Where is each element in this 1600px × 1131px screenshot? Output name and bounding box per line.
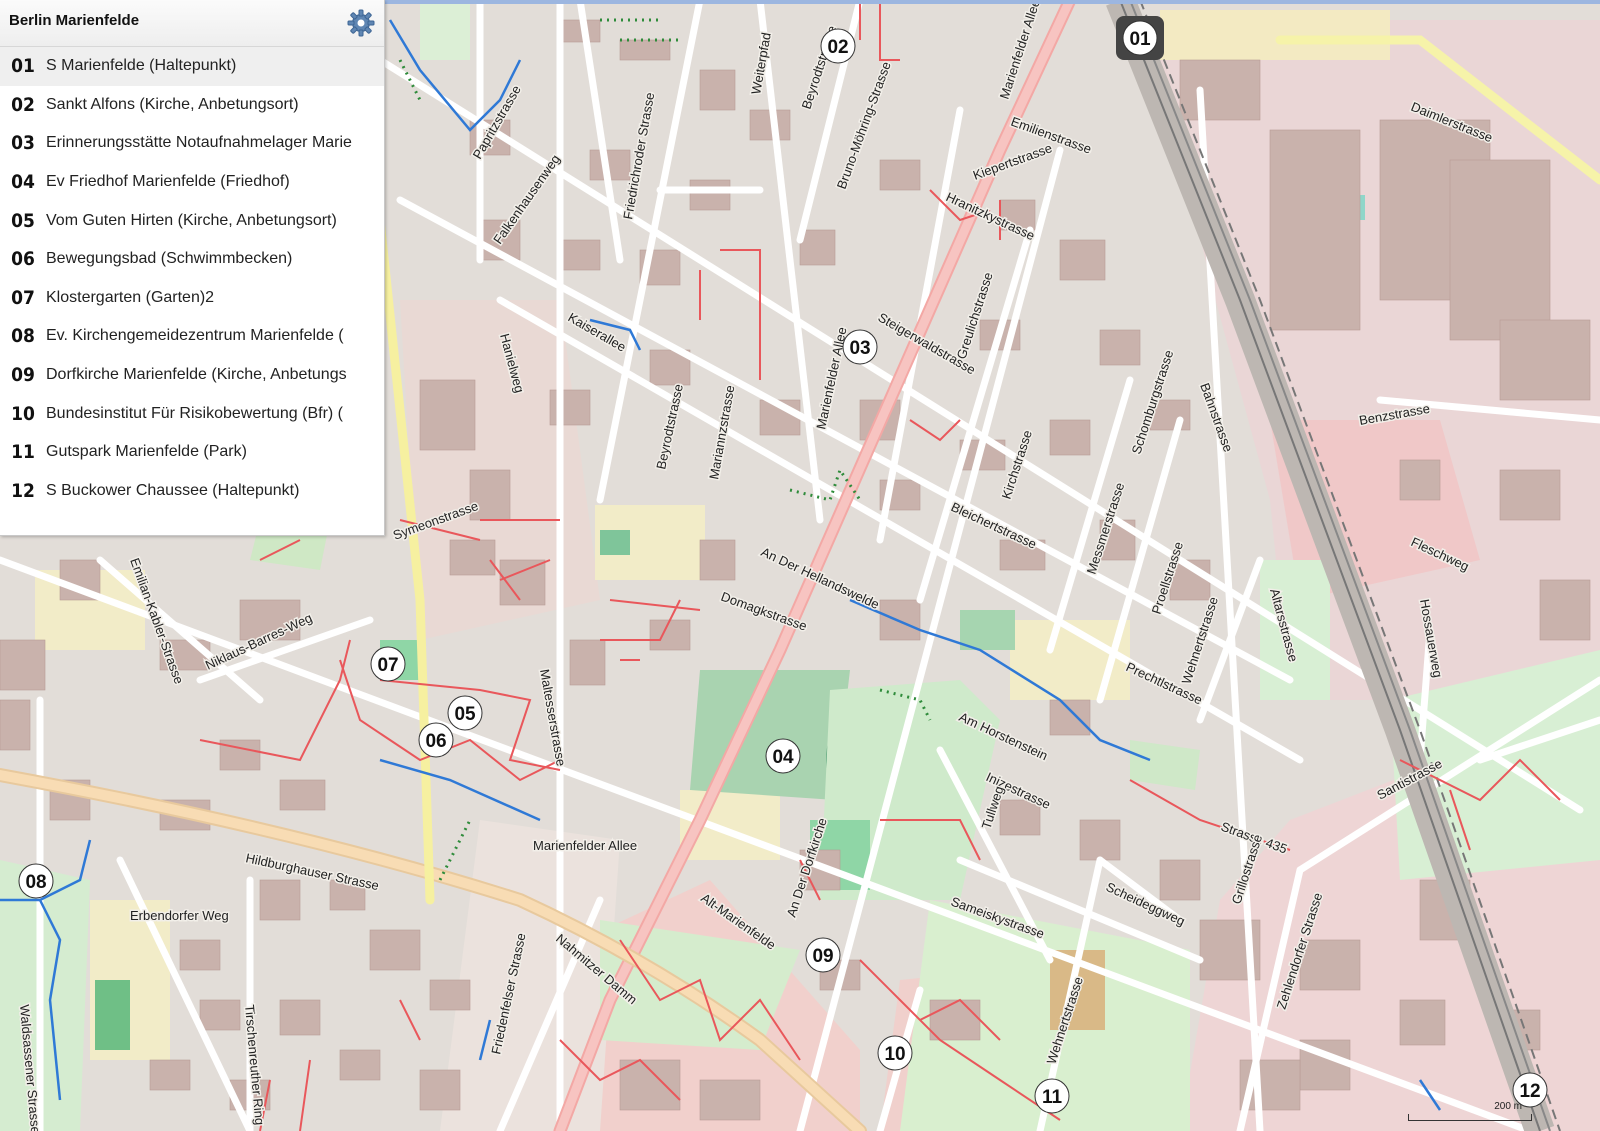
marker-label: 01 [1129,29,1151,50]
poi-label: Erinnerungsstätte Notaufnahmelager Marie [46,134,352,152]
poi-list-item[interactable]: 01 S Marienfelde (Haltepunkt) [0,47,384,86]
poi-label: Sankt Alfons (Kirche, Anbetungsort) [46,95,299,113]
poi-list-item[interactable]: 07 Klostergarten (Garten)2 [0,279,384,318]
poi-list-item[interactable]: 08 Ev. Kirchengemeidezentrum Marienfelde … [0,317,384,356]
poi-list-panel: Berlin Marienfelde 01 S Marienfelde (Halt [0,0,385,536]
map-marker-03[interactable]: 03 [842,329,878,365]
poi-label: Ev. Kirchengemeidezentrum Marienfelde ( [46,327,344,345]
map-marker-01[interactable]: 01 [1116,16,1164,60]
poi-number: 08 [11,325,35,348]
poi-number: 07 [11,286,35,309]
panel-title: Berlin Marienfelde [9,12,140,29]
poi-list-item[interactable]: 06 Bewegungsbad (Schwimmbecken) [0,240,384,279]
poi-list-item[interactable]: 03 Erinnerungsstätte Notaufnahmelager Mar… [0,124,384,163]
marker-label: 10 [884,1044,905,1065]
poi-list-item[interactable]: 11 Gutspark Marienfelde (Park) [0,433,384,472]
map-marker-05[interactable]: 05 [447,695,483,731]
poi-label: Ev Friedhof Marienfelde (Friedhof) [46,173,290,191]
poi-number: 11 [11,441,35,464]
marker-label: 03 [849,338,870,359]
poi-number: 04 [11,171,35,194]
settings-button[interactable] [346,8,376,38]
poi-list-item[interactable]: 05 Vom Guten Hirten (Kirche, Anbetungsort… [0,201,384,240]
map-marker-07[interactable]: 07 [370,646,406,682]
poi-number: 12 [11,479,35,502]
map-marker-02[interactable]: 02 [820,28,856,64]
poi-number: 09 [11,364,35,387]
marker-label: 02 [827,37,848,58]
poi-list-item[interactable]: 04 Ev Friedhof Marienfelde (Friedhof) [0,163,384,202]
poi-label: Gutspark Marienfelde (Park) [46,443,247,461]
poi-list-item[interactable]: 10 Bundesinstitut Für Risikobewertung (Bf… [0,394,384,433]
marker-label: 07 [377,655,398,676]
poi-label: Dorfkirche Marienfelde (Kirche, Anbetung… [46,366,347,384]
map-marker-09[interactable]: 09 [805,937,841,973]
map-marker-11[interactable]: 11 [1034,1078,1070,1114]
map-marker-04[interactable]: 04 [765,738,801,774]
marker-label: 06 [425,731,446,752]
map-marker-10[interactable]: 10 [877,1035,913,1071]
street-label: Marienfelder Allee [533,838,637,853]
poi-number: 06 [11,248,35,271]
gear-icon [347,9,375,37]
poi-number: 01 [11,55,35,78]
poi-number: 02 [11,93,35,116]
marker-label: 04 [772,747,794,768]
map-marker-06[interactable]: 06 [418,722,454,758]
scale-label: 200 m [1494,1101,1522,1112]
marker-label: 11 [1042,1087,1063,1108]
poi-number: 05 [11,209,35,232]
poi-list: 01 S Marienfelde (Haltepunkt) 02 Sankt Alf… [0,47,384,510]
poi-label: Bewegungsbad (Schwimmbecken) [46,250,293,268]
panel-header: Berlin Marienfelde [0,0,384,47]
poi-label: Klostergarten (Garten)2 [46,288,215,306]
map-marker-08[interactable]: 08 [18,863,54,899]
marker-label: 09 [812,946,833,967]
marker-label: 12 [1519,1081,1540,1102]
scale-bar: 200 m [1408,1101,1548,1125]
poi-number: 03 [11,132,35,155]
scale-line [1408,1114,1532,1121]
poi-list-item[interactable]: 02 Sankt Alfons (Kirche, Anbetungsort) [0,86,384,125]
poi-label: Bundesinstitut Für Risikobewertung (Bfr)… [46,404,343,422]
marker-label: 08 [25,872,46,893]
marker-label: 05 [454,704,476,725]
poi-label: Vom Guten Hirten (Kirche, Anbetungsort) [46,211,337,229]
poi-list-item[interactable]: 12 S Buckower Chaussee (Haltepunkt) [0,472,384,511]
street-label: Erbendorfer Weg [130,908,229,923]
poi-label: S Marienfelde (Haltepunkt) [46,57,237,75]
poi-number: 10 [11,402,35,425]
poi-label: S Buckower Chaussee (Haltepunkt) [46,481,300,499]
poi-list-item[interactable]: 09 Dorfkirche Marienfelde (Kirche, Anbetu… [0,356,384,395]
